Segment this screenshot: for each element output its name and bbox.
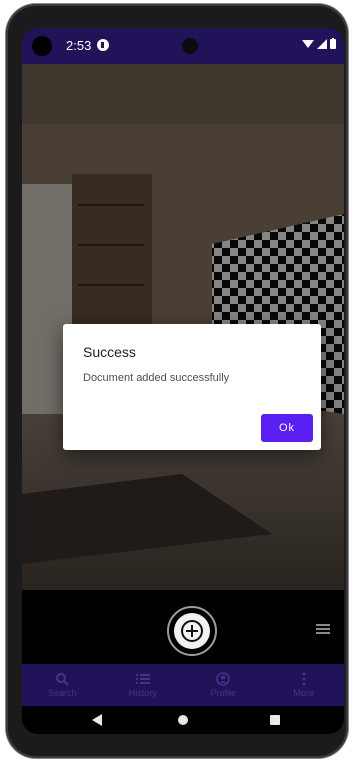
- nav-item-label: Profile: [210, 688, 236, 698]
- wifi-icon: [302, 39, 314, 48]
- battery-icon: [330, 38, 336, 49]
- ok-button[interactable]: Ok: [261, 414, 313, 442]
- status-time: 2:53: [66, 38, 92, 53]
- search-icon: [56, 673, 69, 686]
- nav-item-profile[interactable]: Profile: [183, 664, 264, 706]
- nav-item-label: History: [128, 688, 157, 698]
- profile-icon: [216, 672, 231, 686]
- dialog-title: Success: [83, 344, 136, 360]
- more-vertical-icon: [302, 672, 306, 686]
- capture-inner: [174, 613, 210, 649]
- status-icons: [302, 38, 336, 49]
- system-navigation-bar: [22, 706, 344, 734]
- back-icon[interactable]: [92, 714, 102, 726]
- phone-frame: 2:53 Success Document added successfully…: [6, 4, 348, 758]
- plus-icon: [181, 620, 203, 642]
- nav-item-more[interactable]: More: [264, 664, 345, 706]
- history-list-icon: [135, 674, 150, 684]
- status-bar: 2:53: [22, 28, 344, 64]
- menu-icon[interactable]: [316, 624, 330, 634]
- status-bar-dot: [32, 36, 52, 56]
- success-dialog: Success Document added successfully Ok: [63, 324, 321, 450]
- home-icon[interactable]: [178, 715, 188, 725]
- recents-icon[interactable]: [270, 715, 280, 725]
- camera-control-bar: [22, 590, 344, 664]
- nav-item-history[interactable]: History: [103, 664, 184, 706]
- app-notification-icon: [97, 39, 109, 51]
- nav-item-label: More: [293, 688, 314, 698]
- signal-icon: [317, 38, 327, 49]
- nav-item-search[interactable]: Search: [22, 664, 103, 706]
- bottom-navigation: Search History Profile More: [22, 664, 344, 706]
- screen: 2:53 Success Document added successfully…: [22, 28, 344, 734]
- nav-item-label: Search: [47, 688, 77, 698]
- front-camera: [182, 38, 198, 54]
- add-document-button[interactable]: [167, 606, 217, 656]
- dialog-message: Document added successfully: [83, 372, 230, 384]
